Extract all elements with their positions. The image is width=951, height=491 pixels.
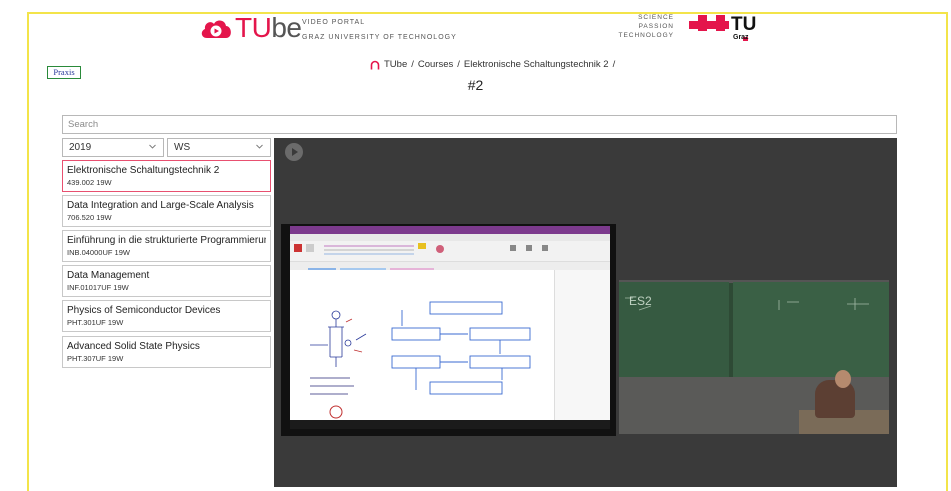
course-name: Data Integration and Large-Scale Analysi…: [67, 200, 254, 211]
search-input[interactable]: [62, 115, 897, 134]
course-code: PHT.307UF 19W: [67, 354, 124, 363]
home-arch-icon: [370, 60, 380, 69]
tube-wordmark: TUbe: [235, 12, 302, 43]
breadcrumb-courses[interactable]: Courses: [418, 59, 453, 70]
slide-heading: Praxis: [47, 66, 81, 79]
screen-capture-stream: [281, 224, 616, 436]
os-taskbar: [290, 420, 610, 429]
tug-logo-sub: Graz: [733, 34, 749, 41]
course-name: Data Management: [67, 270, 150, 281]
semester-select[interactable]: WS: [167, 138, 271, 157]
tube-logo[interactable]: TUbe: [199, 12, 302, 43]
page-title: #2: [467, 77, 484, 93]
play-icon[interactable]: [285, 143, 303, 161]
breadcrumb-course[interactable]: Elektronische Schaltungstechnik 2: [464, 59, 609, 70]
note-page-canvas: [290, 270, 554, 420]
chalk-marks-icon: [625, 297, 869, 311]
course-code: PHT.301UF 19W: [67, 318, 124, 327]
breadcrumb-separator: /: [612, 59, 616, 70]
page-list-pane: [554, 270, 610, 420]
course-item[interactable]: Data Management INF.01017UF 19W: [62, 265, 271, 297]
circuit-sketch-icon: [310, 301, 531, 419]
course-name: Physics of Semiconductor Devices: [67, 305, 221, 316]
tug-tagline-line3: TECHNOLOGY: [618, 32, 674, 39]
window-ribbon: [290, 234, 610, 262]
course-item-active[interactable]: Elektronische Schaltungstechnik 2 439.00…: [62, 160, 271, 192]
course-item[interactable]: Physics of Semiconductor Devices PHT.301…: [62, 300, 271, 332]
course-code: 706.520 19W: [67, 213, 112, 222]
breadcrumb-separator: /: [457, 59, 460, 70]
course-name: Advanced Solid State Physics: [67, 341, 200, 352]
portal-subtitle-line1: VIDEO PORTAL: [302, 19, 366, 26]
ribbon-tools-icon: [294, 243, 548, 255]
course-name: Elektronische Schaltungstechnik 2: [67, 165, 220, 176]
chevron-down-icon: [149, 144, 156, 149]
course-item[interactable]: Einführung in die strukturierte Programm…: [62, 230, 271, 262]
year-select-value: 2019: [69, 142, 92, 153]
course-name: Einführung in die strukturierte Programm…: [67, 235, 266, 246]
year-select[interactable]: 2019: [62, 138, 164, 157]
ribbon-tabs: [290, 234, 610, 241]
course-code: INB.04000UF 19W: [67, 248, 130, 257]
tug-tagline-line1: SCIENCE: [638, 14, 674, 21]
lecturer-figure: [815, 380, 855, 418]
cloud-play-icon: [199, 16, 233, 40]
tu-graz-logo[interactable]: TU Graz: [689, 15, 765, 43]
notebook-tabs: [290, 262, 610, 274]
course-code: INF.01017UF 19W: [67, 283, 129, 292]
tug-logo-text: TU: [731, 14, 757, 35]
breadcrumb-tube[interactable]: TUbe: [384, 59, 407, 70]
course-item[interactable]: Advanced Solid State Physics PHT.307UF 1…: [62, 336, 271, 368]
window-titlebar: [290, 226, 610, 234]
tug-tagline-line2: PASSION: [638, 23, 674, 30]
course-item[interactable]: Data Integration and Large-Scale Analysi…: [62, 195, 271, 227]
tug-tagline: SCIENCE PASSION TECHNOLOGY: [610, 13, 674, 40]
portal-subtitle-line2: GRAZ UNIVERSITY OF TECHNOLOGY: [302, 34, 457, 41]
lecturer-head: [835, 370, 851, 388]
lecture-camera-stream: ES2: [619, 280, 889, 434]
portal-subtitle: VIDEO PORTAL GRAZ UNIVERSITY OF TECHNOLO…: [302, 15, 457, 45]
breadcrumb: TUbe / Courses / Elektronische Schaltung…: [370, 59, 615, 70]
chevron-down-icon: [256, 144, 263, 149]
breadcrumb-separator: /: [411, 59, 414, 70]
course-code: 439.002 19W: [67, 178, 112, 187]
semester-select-value: WS: [174, 142, 191, 153]
